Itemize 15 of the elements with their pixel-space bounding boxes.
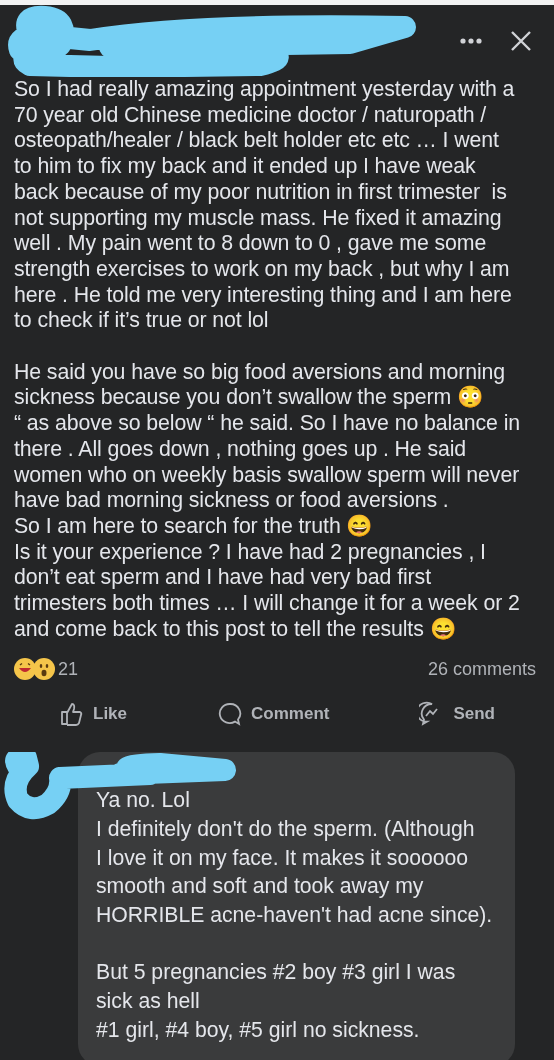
comment-text: Ya no. Lol I definitely don't do the sperm. (Although I love it on my face. It makes it soooooo smooth and soft and took away my HORRIBLE acne-haven't had acne since). — [96, 787, 494, 929]
laugh-reaction-icon — [14, 658, 36, 681]
speech-bubble-icon — [217, 701, 244, 728]
wow-reaction-icon — [33, 658, 55, 681]
more-icon[interactable] — [460, 38, 482, 44]
post-text: So I had really amazing appointment yesterday with a 70 year old Chinese medicine doctor / naturopath / osteopath/healer / black belt holder etc etc … I went to him to fix my back and it ended up I have weak back because of my poor nutrition in first trimester is not supporting my muscle mass. He fixed it amazing well . My pain went to 8 down to 0 , gave me some strength exercises to work on my back , but why I am here . He told me very interesting thing and I am here to check if it’s true or not lol — [14, 77, 516, 335]
close-icon[interactable] — [510, 30, 532, 52]
reaction-count: 21 — [58, 658, 79, 680]
comment-count[interactable]: 26 comments — [427, 658, 536, 680]
like-button[interactable]: Like — [53, 697, 134, 732]
post-text: He said you have so big food aversions and morning sickness because you don’t swallow the sperm 😳 “ as above so below “ he said. So I have no balance in there . All goes down , nothing goes up . He said women who on weekly basis swallow sperm will never have bad morning sickness or food aversions . So I am here to search for the truth 😄 Is it your experience ? I have had 2 pregnancies , I don’t eat sperm and I have had very bad first trimesters both times … I will change it for a week or 2 and come back to this post to tell the results 😄 — [14, 359, 522, 643]
thumbs-up-icon — [59, 701, 85, 728]
send-button[interactable]: Send — [413, 697, 501, 732]
comment-button[interactable]: Comment — [211, 697, 336, 732]
comment-text: But 5 pregnancies #2 boy #3 girl I was sick as hell #1 girl, #4 boy, #5 girl no sickness. — [96, 959, 457, 1044]
